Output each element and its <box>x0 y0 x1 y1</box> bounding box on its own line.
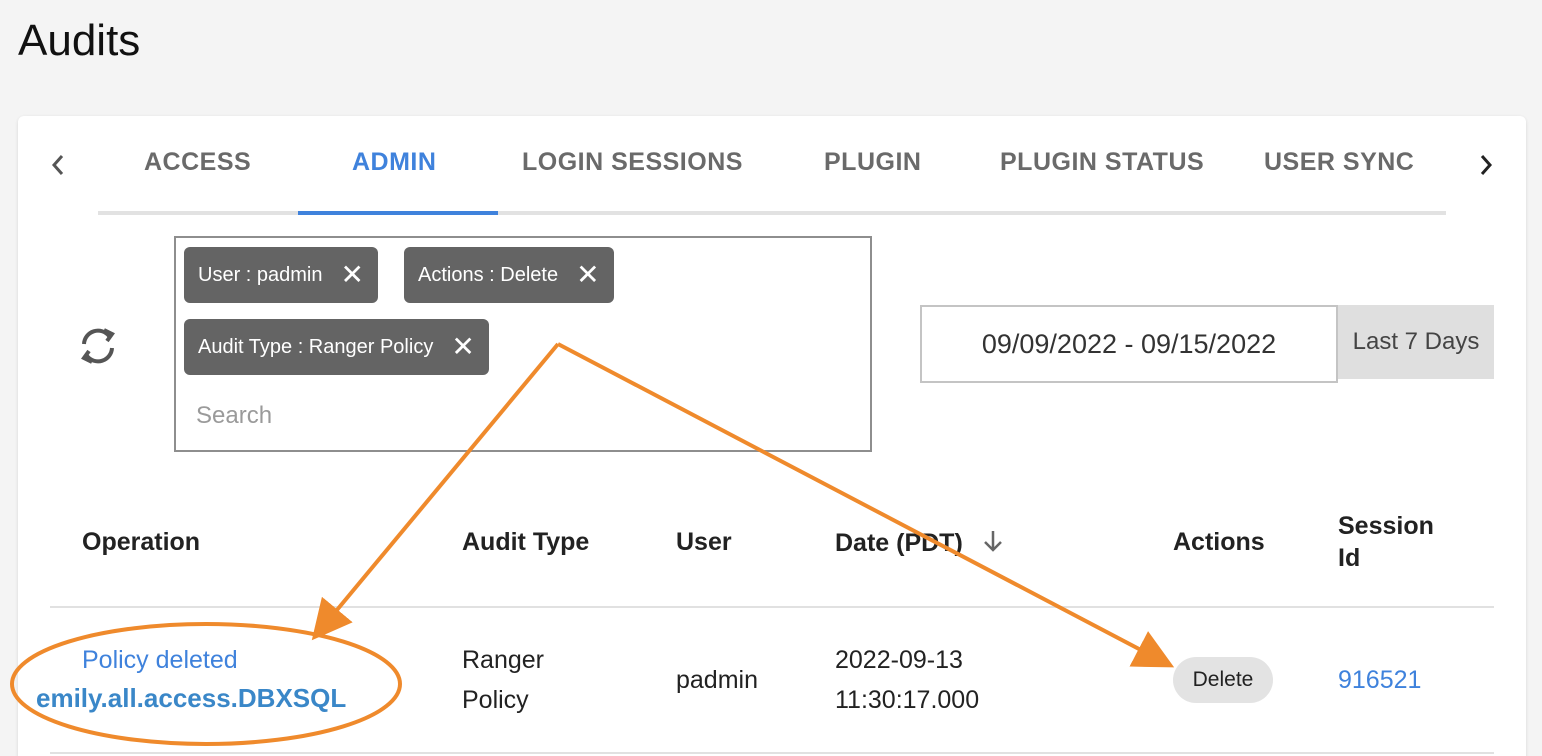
table-row-divider <box>50 752 1494 754</box>
filter-chip-label: User : padmin <box>198 263 323 286</box>
tab-user-sync[interactable]: USER SYNC <box>1264 148 1414 184</box>
session-id-link[interactable]: 916521 <box>1338 660 1421 700</box>
date-range-field[interactable]: 09/09/2022 - 09/15/2022 <box>920 305 1338 383</box>
active-tab-indicator <box>298 211 498 215</box>
column-header-session-label: Session <box>1338 512 1434 540</box>
column-header-id-label: Id <box>1338 544 1361 572</box>
page-title: Audits <box>18 16 141 65</box>
column-header-user: User <box>676 528 732 556</box>
column-header-date-label: Date (PDT) <box>835 529 963 558</box>
audit-type-cell: Ranger Policy <box>462 640 544 720</box>
audit-type-line: Ranger <box>462 646 544 674</box>
chevron-right-icon[interactable] <box>1474 150 1498 180</box>
tab-access[interactable]: ACCESS <box>144 148 251 184</box>
close-icon[interactable]: ✕ <box>451 333 474 361</box>
chevron-left-icon[interactable] <box>46 150 70 180</box>
time-line: 11:30:17.000 <box>835 686 980 714</box>
date-line: 2022-09-13 <box>835 646 963 674</box>
filter-chip-audit-type: Audit Type : Ranger Policy ✕ <box>184 319 489 375</box>
column-header-operation: Operation <box>82 528 201 556</box>
audit-type-line: Policy <box>462 686 529 714</box>
column-header-date[interactable]: Date (PDT) <box>835 528 1006 561</box>
date-cell: 2022-09-13 11:30:17.000 <box>835 640 979 720</box>
policy-name-link[interactable]: emily.all.access.DBXSQL <box>36 678 346 718</box>
search-input[interactable] <box>196 398 836 434</box>
column-header-audit-type: Audit Type <box>462 528 590 556</box>
column-header-actions: Actions <box>1173 528 1265 556</box>
date-preset-button[interactable]: Last 7 Days <box>1338 305 1494 379</box>
sort-down-icon[interactable] <box>980 528 1006 561</box>
column-header-session-id: Session Id <box>1338 510 1434 574</box>
close-icon[interactable]: ✕ <box>576 261 599 289</box>
filter-chip-actions: Actions : Delete ✕ <box>404 247 614 303</box>
close-icon[interactable]: ✕ <box>341 261 364 289</box>
operation-link[interactable]: Policy deleted <box>82 640 238 680</box>
user-cell: padmin <box>676 666 758 694</box>
filter-chip-label: Actions : Delete <box>418 263 559 286</box>
refresh-icon[interactable] <box>74 322 122 370</box>
tab-admin[interactable]: ADMIN <box>352 148 436 184</box>
tab-login-sessions[interactable]: LOGIN SESSIONS <box>522 148 743 184</box>
action-badge: Delete <box>1173 657 1273 703</box>
filter-chip-label: Audit Type : Ranger Policy <box>198 335 434 358</box>
table-header-divider <box>50 606 1494 608</box>
tab-plugin-status[interactable]: PLUGIN STATUS <box>1000 148 1204 184</box>
filter-chip-user: User : padmin ✕ <box>184 247 378 303</box>
tab-plugin[interactable]: PLUGIN <box>824 148 921 184</box>
